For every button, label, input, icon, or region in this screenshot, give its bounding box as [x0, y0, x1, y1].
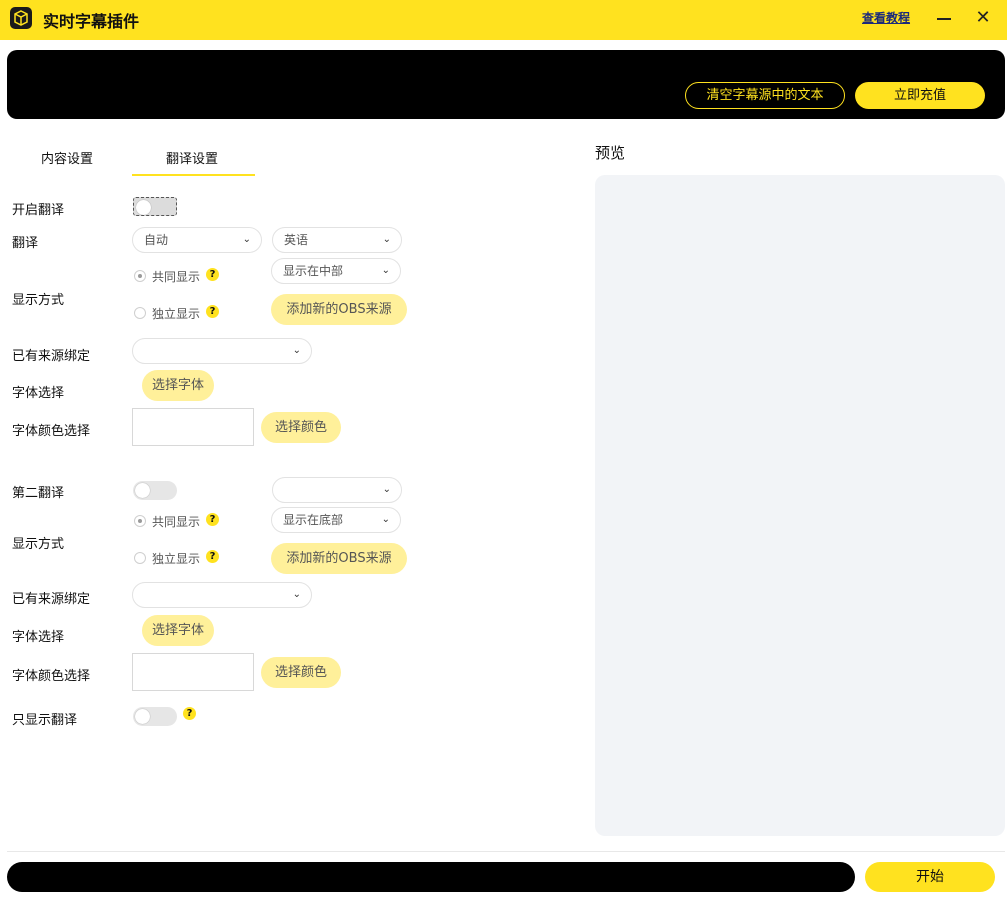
second-choose-font-button[interactable]: 选择字体 [142, 615, 214, 646]
tab-translation-settings[interactable]: 翻译设置 [166, 148, 218, 167]
only-show-translation-label: 只显示翻译 [12, 713, 78, 728]
app-title: 实时字幕插件 [43, 12, 140, 31]
display-mode-label: 显示方式 [12, 293, 65, 308]
chevron-down-icon: ⌄ [382, 484, 391, 495]
joint-display-label: 共同显示 [152, 270, 201, 284]
recharge-button[interactable]: 立即充值 [855, 82, 985, 109]
enable-translation-label: 开启翻译 [12, 203, 65, 218]
status-bar [7, 862, 855, 892]
second-choose-color-button[interactable]: 选择颜色 [261, 657, 341, 688]
chevron-down-icon: ⌄ [381, 514, 390, 525]
second-translation-label: 第二翻译 [12, 486, 65, 501]
font-color-swatch[interactable] [132, 408, 254, 446]
display-position-value: 显示在中部 [283, 264, 344, 278]
app-logo-icon [10, 7, 32, 29]
second-add-obs-source-button[interactable]: 添加新的OBS来源 [271, 543, 407, 574]
active-tab-indicator [132, 174, 255, 176]
second-language-select[interactable]: ⌄ [272, 477, 402, 503]
choose-font-button[interactable]: 选择字体 [142, 370, 214, 401]
chevron-down-icon: ⌄ [381, 265, 390, 276]
help-icon[interactable]: ? [206, 268, 219, 281]
title-bar: 实时字幕插件 查看教程 ✕ [0, 0, 1007, 40]
chevron-down-icon: ⌄ [242, 234, 251, 245]
second-font-select-label: 字体选择 [12, 630, 65, 645]
close-icon[interactable]: ✕ [973, 8, 993, 28]
clear-subtitle-text-button[interactable]: 清空字幕源中的文本 [685, 82, 845, 109]
second-translation-toggle[interactable] [133, 481, 177, 500]
chevron-down-icon: ⌄ [382, 234, 391, 245]
second-bind-source-select[interactable]: ⌄ [132, 582, 312, 608]
help-icon[interactable]: ? [206, 513, 219, 526]
tab-content-settings[interactable]: 内容设置 [41, 148, 93, 167]
separate-display-radio[interactable] [134, 307, 146, 319]
only-show-translation-toggle[interactable] [133, 707, 177, 726]
joint-display-radio[interactable] [134, 270, 146, 282]
second-joint-display-radio[interactable] [134, 515, 146, 527]
source-language-select[interactable]: 自动 ⌄ [132, 227, 262, 253]
target-language-select[interactable]: 英语 ⌄ [272, 227, 402, 253]
minimize-icon[interactable] [936, 10, 952, 26]
help-icon[interactable]: ? [206, 305, 219, 318]
font-color-label: 字体颜色选择 [12, 424, 91, 439]
second-font-color-label: 字体颜色选择 [12, 669, 91, 684]
second-joint-display-label: 共同显示 [152, 515, 201, 529]
add-obs-source-button[interactable]: 添加新的OBS来源 [271, 294, 407, 325]
enable-translation-toggle[interactable] [133, 197, 177, 216]
start-button[interactable]: 开始 [865, 862, 995, 892]
bind-source-select[interactable]: ⌄ [132, 338, 312, 364]
second-separate-display-radio[interactable] [134, 552, 146, 564]
help-icon[interactable]: ? [206, 550, 219, 563]
choose-color-button[interactable]: 选择颜色 [261, 412, 341, 443]
help-icon[interactable]: ? [183, 707, 196, 720]
translate-label: 翻译 [12, 236, 39, 251]
chevron-down-icon: ⌄ [292, 589, 301, 600]
second-font-color-swatch[interactable] [132, 653, 254, 691]
font-select-label: 字体选择 [12, 386, 65, 401]
target-language-value: 英语 [284, 233, 309, 247]
promo-banner [7, 50, 1005, 119]
second-display-mode-label: 显示方式 [12, 537, 65, 552]
second-separate-display-label: 独立显示 [152, 552, 201, 566]
chevron-down-icon: ⌄ [292, 345, 301, 356]
view-tutorial-link[interactable]: 查看教程 [862, 9, 910, 26]
preview-title: 预览 [595, 144, 626, 162]
preview-area [595, 175, 1005, 836]
second-display-position-select[interactable]: 显示在底部 ⌄ [271, 507, 401, 533]
second-bind-source-label: 已有来源绑定 [12, 592, 91, 607]
separate-display-label: 独立显示 [152, 307, 201, 321]
footer-divider [7, 851, 1005, 852]
display-position-select[interactable]: 显示在中部 ⌄ [271, 258, 401, 284]
second-display-position-value: 显示在底部 [283, 513, 344, 527]
bind-source-label: 已有来源绑定 [12, 349, 91, 364]
source-language-value: 自动 [144, 233, 169, 247]
